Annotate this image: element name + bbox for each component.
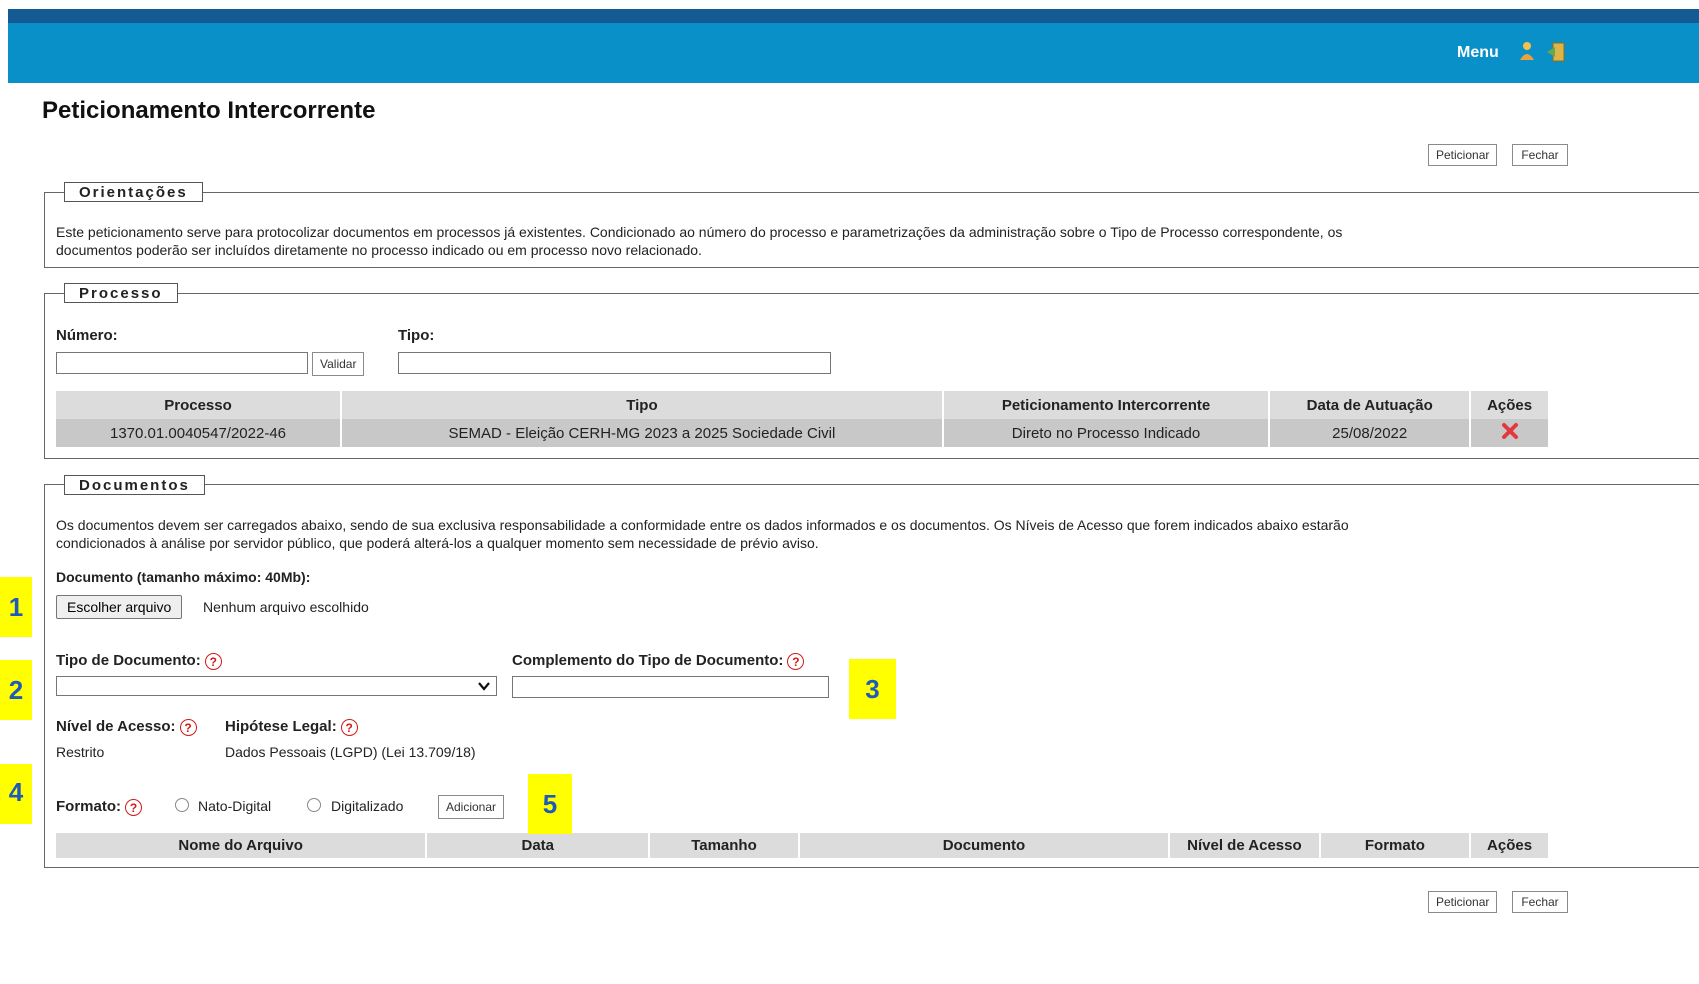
fechar-label: Fechar — [1521, 148, 1559, 162]
annotation-4: 4 — [0, 764, 32, 824]
exit-icon[interactable] — [1545, 40, 1567, 64]
help-icon[interactable]: ? — [204, 652, 222, 670]
help-icon[interactable]: ? — [787, 652, 805, 670]
annotation-2: 2 — [0, 660, 32, 720]
documento-label: Documento (tamanho máximo: 40Mb): — [56, 569, 311, 585]
processo-table-header: Processo Tipo Peticionamento Intercorren… — [56, 391, 1548, 419]
choose-file-button[interactable]: Escolher arquivo — [56, 595, 183, 619]
radio-digitalizado-label: Digitalizado — [331, 798, 404, 814]
hipotese-text: Hipótese Legal: — [225, 718, 337, 735]
processo-table: Processo Tipo Peticionamento Intercorren… — [56, 391, 1548, 447]
documentos-table-header: Nome do Arquivo Data Tamanho Documento N… — [56, 833, 1548, 858]
orientacoes-text-1: Este peticionamento serve para protocoli… — [56, 224, 1343, 240]
tipo-documento-label: Tipo de Documento:? — [56, 652, 222, 670]
help-icon[interactable]: ? — [125, 798, 142, 816]
col-data: Data — [426, 833, 651, 858]
cell-peticionamento: Direto no Processo Indicado — [942, 419, 1271, 447]
tipo-documento-select[interactable] — [56, 676, 497, 696]
complemento-input[interactable] — [512, 676, 829, 698]
tipo-input[interactable] — [398, 352, 831, 374]
col-processo: Processo — [56, 391, 343, 419]
numero-input[interactable] — [56, 352, 308, 374]
delete-x-icon[interactable] — [1501, 422, 1519, 440]
page-title: Peticionamento Intercorrente — [42, 97, 376, 124]
cell-tipo: SEMAD - Eleição CERH-MG 2023 a 2025 Soci… — [341, 419, 944, 447]
orientacoes-legend: Orientações — [64, 182, 203, 202]
validar-label: Validar — [320, 357, 357, 371]
radio-nato-digital[interactable] — [175, 798, 189, 812]
help-icon[interactable]: ? — [179, 718, 197, 736]
annotation-3: 3 — [849, 659, 896, 719]
processo-legend: Processo — [64, 283, 178, 303]
cell-acoes — [1470, 419, 1548, 447]
col-peticionamento: Peticionamento Intercorrente — [942, 391, 1271, 419]
documentos-text-2: condicionados à análise por servidor púb… — [56, 535, 819, 551]
orientacoes-text-2: documentos poderão ser incluídos diretam… — [56, 242, 702, 258]
col-formato: Formato — [1319, 833, 1472, 858]
radio-digitalizado[interactable] — [307, 798, 321, 812]
hipotese-label: Hipótese Legal:? — [225, 718, 358, 736]
annotation-5: 5 — [528, 774, 572, 834]
col-acoes: Ações — [1470, 391, 1548, 419]
cell-processo: 1370.01.0040547/2022-46 — [56, 419, 343, 447]
peticionar-button-top[interactable]: Peticionar — [1428, 144, 1498, 166]
tipo-documento-text: Tipo de Documento: — [56, 652, 201, 669]
adicionar-button[interactable]: Adicionar — [438, 795, 505, 819]
complemento-text: Complemento do Tipo de Documento: — [512, 652, 784, 669]
col-documento: Documento — [798, 833, 1171, 858]
nivel-acesso-text: Nível de Acesso: — [56, 718, 176, 735]
fechar-button-bottom[interactable]: Fechar — [1512, 891, 1568, 913]
header-bar — [8, 23, 1699, 83]
documentos-legend: Documentos — [64, 475, 205, 495]
annotation-1: 1 — [0, 577, 32, 637]
col-data-autuacao: Data de Autuação — [1269, 391, 1472, 419]
col-acoes-doc: Ações — [1470, 833, 1548, 858]
nivel-acesso-label: Nível de Acesso:? — [56, 718, 197, 736]
formato-text: Formato: — [56, 798, 121, 815]
fechar-button-top[interactable]: Fechar — [1512, 144, 1568, 166]
help-icon[interactable]: ? — [340, 718, 358, 736]
peticionar-button-bottom[interactable]: Peticionar — [1428, 891, 1498, 913]
col-nome-arquivo: Nome do Arquivo — [56, 833, 428, 858]
nivel-acesso-value: Restrito — [56, 744, 105, 760]
user-icon[interactable] — [1517, 40, 1537, 64]
formato-label: Formato:? — [56, 798, 142, 816]
radio-nato-label: Nato-Digital — [198, 798, 272, 814]
col-nivel-acesso: Nível de Acesso — [1169, 833, 1321, 858]
validar-button[interactable]: Validar — [312, 352, 365, 376]
chevron-down-icon — [478, 682, 490, 691]
hipotese-value: Dados Pessoais (LGPD) (Lei 13.709/18) — [225, 744, 476, 760]
table-row: 1370.01.0040547/2022-46 SEMAD - Eleição … — [56, 419, 1548, 447]
col-tamanho: Tamanho — [649, 833, 800, 858]
numero-label: Número: — [56, 327, 118, 344]
menu-link[interactable]: Menu — [1457, 44, 1499, 62]
documentos-table: Nome do Arquivo Data Tamanho Documento N… — [56, 833, 1548, 858]
peticionar-label: Peticionar — [1436, 148, 1490, 162]
documentos-text-1: Os documentos devem ser carregados abaix… — [56, 517, 1349, 533]
no-file-text: Nenhum arquivo escolhido — [203, 599, 369, 615]
complemento-label: Complemento do Tipo de Documento:? — [512, 652, 805, 670]
tipo-label: Tipo: — [398, 327, 435, 344]
header-top-strip — [8, 9, 1699, 23]
cell-data: 25/08/2022 — [1269, 419, 1472, 447]
col-tipo: Tipo — [341, 391, 944, 419]
